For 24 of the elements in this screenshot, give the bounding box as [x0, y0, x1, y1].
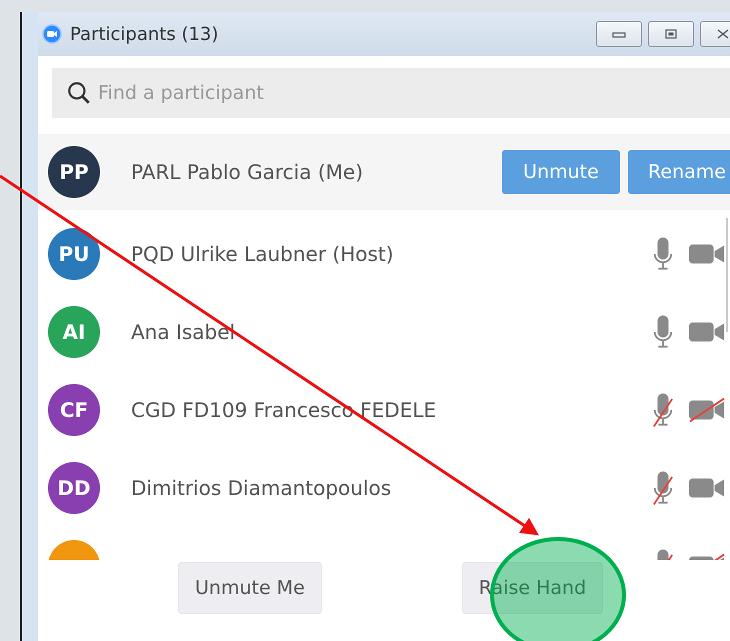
- avatar: PP: [48, 146, 100, 198]
- participant-name: Dimitrios Diamantopoulos: [131, 476, 392, 500]
- participant-name: PQD Ulrike Laubner (Host): [131, 242, 394, 266]
- action-button[interactable]: Rename: [628, 150, 730, 194]
- maximize-icon: [664, 29, 678, 39]
- avatar: PU: [48, 228, 100, 280]
- muted-microphone-icon[interactable]: [652, 469, 674, 507]
- avatar: CF: [48, 384, 100, 436]
- avatar: AI: [48, 306, 100, 358]
- maximize-button[interactable]: [648, 21, 694, 47]
- participant-name: PARL Pablo Garcia (Me): [131, 160, 363, 184]
- video-off-icon[interactable]: [688, 397, 726, 423]
- action-button[interactable]: Unmute: [502, 150, 620, 194]
- muted-microphone-icon[interactable]: [652, 391, 674, 429]
- minimize-button[interactable]: [596, 21, 642, 47]
- participant-name: Ana Isabel: [131, 320, 236, 344]
- window-title: Participants (13): [70, 24, 218, 44]
- participant-name: CGD FD109 Francesco FEDELE: [131, 398, 436, 422]
- avatar: DD: [48, 462, 100, 514]
- footer-button[interactable]: Unmute Me: [178, 562, 322, 614]
- camera-logo-icon: [42, 24, 62, 44]
- close-icon: [716, 29, 730, 39]
- search-icon: [66, 80, 92, 106]
- participant-row[interactable]: PP PARL Pablo Garcia (Me) Unmute Rename: [38, 134, 730, 210]
